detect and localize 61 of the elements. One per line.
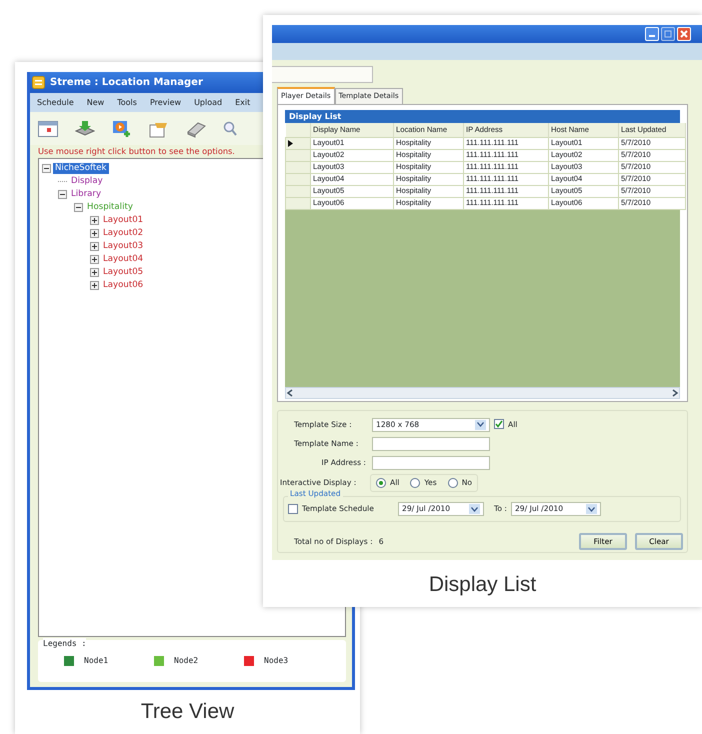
legend-label: Node3: [264, 655, 288, 667]
menu-item[interactable]: Schedule: [30, 96, 80, 108]
expand-icon[interactable]: [90, 268, 99, 277]
collapse-icon[interactable]: [42, 164, 51, 173]
row-pointer-icon: [288, 140, 293, 146]
calendar-icon[interactable]: [38, 120, 58, 136]
scroll-left-icon[interactable]: [286, 389, 294, 397]
hint-text: Use mouse right click button to see the options.: [38, 145, 235, 158]
radio-button[interactable]: [410, 478, 420, 488]
tray-arrow-icon[interactable]: [75, 120, 95, 138]
window-title: Streme : Location Manager: [50, 76, 203, 90]
tree-node[interactable]: Layout04: [101, 254, 146, 265]
tree-node[interactable]: Display: [69, 176, 105, 187]
caption: Tree View: [140, 699, 236, 725]
menu-item[interactable]: Exit: [228, 96, 256, 108]
search-icon[interactable]: [223, 120, 237, 136]
menu-item[interactable]: Tools: [110, 96, 143, 108]
tree-node[interactable]: Layout05: [101, 267, 146, 278]
tree-node[interactable]: Layout06: [101, 280, 146, 291]
maximize-button[interactable]: [661, 27, 675, 41]
expand-icon[interactable]: [90, 242, 99, 251]
dropdown-arrow-icon[interactable]: [586, 504, 597, 514]
text-field[interactable]: [372, 456, 490, 470]
legends-title: Legends :: [43, 638, 86, 650]
row-indicator[interactable]: [286, 137, 310, 149]
horizontal-scrollbar[interactable]: [285, 387, 680, 399]
legend-label: Node2: [174, 655, 198, 667]
input-field[interactable]: [272, 66, 373, 82]
menu-item[interactable]: New: [80, 96, 110, 108]
grid-title: Display List: [285, 110, 680, 123]
menu-item[interactable]: Upload: [187, 96, 228, 108]
dropdown-arrow-icon[interactable]: [469, 504, 480, 514]
radio-dot-icon: [379, 480, 383, 485]
expand-icon[interactable]: [90, 229, 99, 238]
tree-node[interactable]: Layout02: [101, 228, 146, 239]
minimize-button[interactable]: [645, 27, 659, 41]
tree-node[interactable]: Library: [69, 189, 104, 200]
close-icon: [680, 30, 688, 38]
collapse-icon[interactable]: [58, 190, 67, 199]
check-icon: [495, 420, 503, 428]
expand-icon[interactable]: [90, 255, 99, 264]
play-plus-icon[interactable]: [112, 120, 132, 138]
expand-icon[interactable]: [90, 281, 99, 290]
collapse-icon[interactable]: [74, 203, 83, 212]
radio-button[interactable]: [448, 478, 458, 488]
expand-icon[interactable]: [90, 216, 99, 225]
tree-node[interactable]: Layout01: [101, 215, 146, 226]
close-button[interactable]: [677, 27, 691, 41]
tree-node[interactable]: Layout03: [101, 241, 146, 252]
tree-node[interactable]: NicheSoftek: [53, 163, 108, 174]
checkbox[interactable]: [494, 419, 504, 430]
scroll-right-icon[interactable]: [671, 389, 679, 397]
maximize-icon: [664, 30, 672, 38]
radio-button[interactable]: [376, 478, 386, 488]
checkbox[interactable]: [288, 504, 298, 514]
caption: Display List: [428, 572, 538, 598]
legend-label: Node1: [84, 655, 108, 667]
dropdown-arrow-icon[interactable]: [475, 420, 486, 430]
app-icon: [32, 76, 45, 89]
text-field[interactable]: [372, 436, 490, 450]
menu-item[interactable]: Preview: [142, 96, 188, 108]
